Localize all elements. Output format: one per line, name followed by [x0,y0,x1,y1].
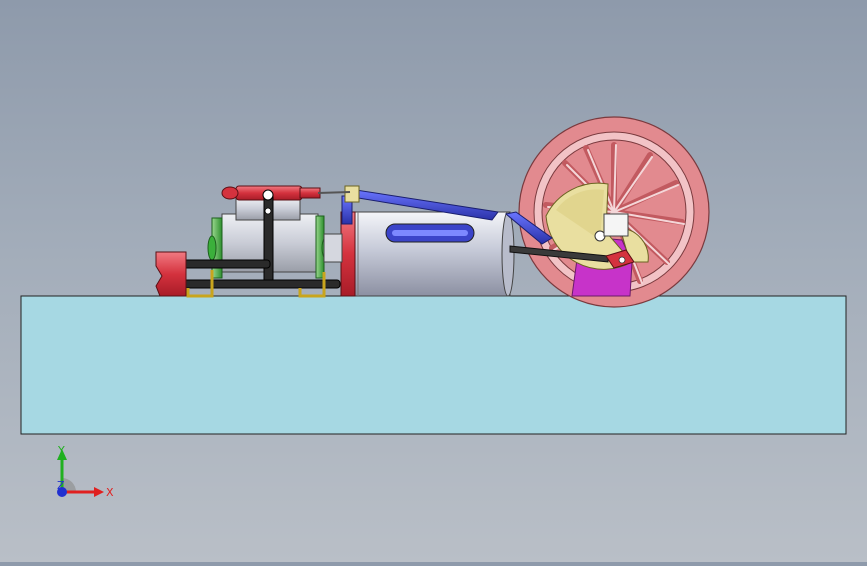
power-cylinder[interactable] [351,211,515,297]
x-axis-arrowhead [94,487,104,497]
right-green-flange[interactable] [315,215,343,279]
top-red-tube[interactable] [221,185,351,201]
link-clevis[interactable] [344,185,360,203]
axis-triad: Y X Z [57,444,114,499]
burner[interactable] [155,251,187,297]
z-axis-label: Z [57,479,65,492]
x-axis-label: X [106,486,114,499]
left-green-flange[interactable] [207,217,223,279]
cylinder-flange[interactable] [340,211,356,297]
engine-model[interactable] [0,0,867,562]
model-viewport[interactable] [0,0,867,562]
y-axis-label: Y [57,444,65,457]
crank-guide-block[interactable] [603,213,629,237]
vertical-pipe[interactable] [262,189,274,287]
base-plate[interactable] [20,295,847,435]
